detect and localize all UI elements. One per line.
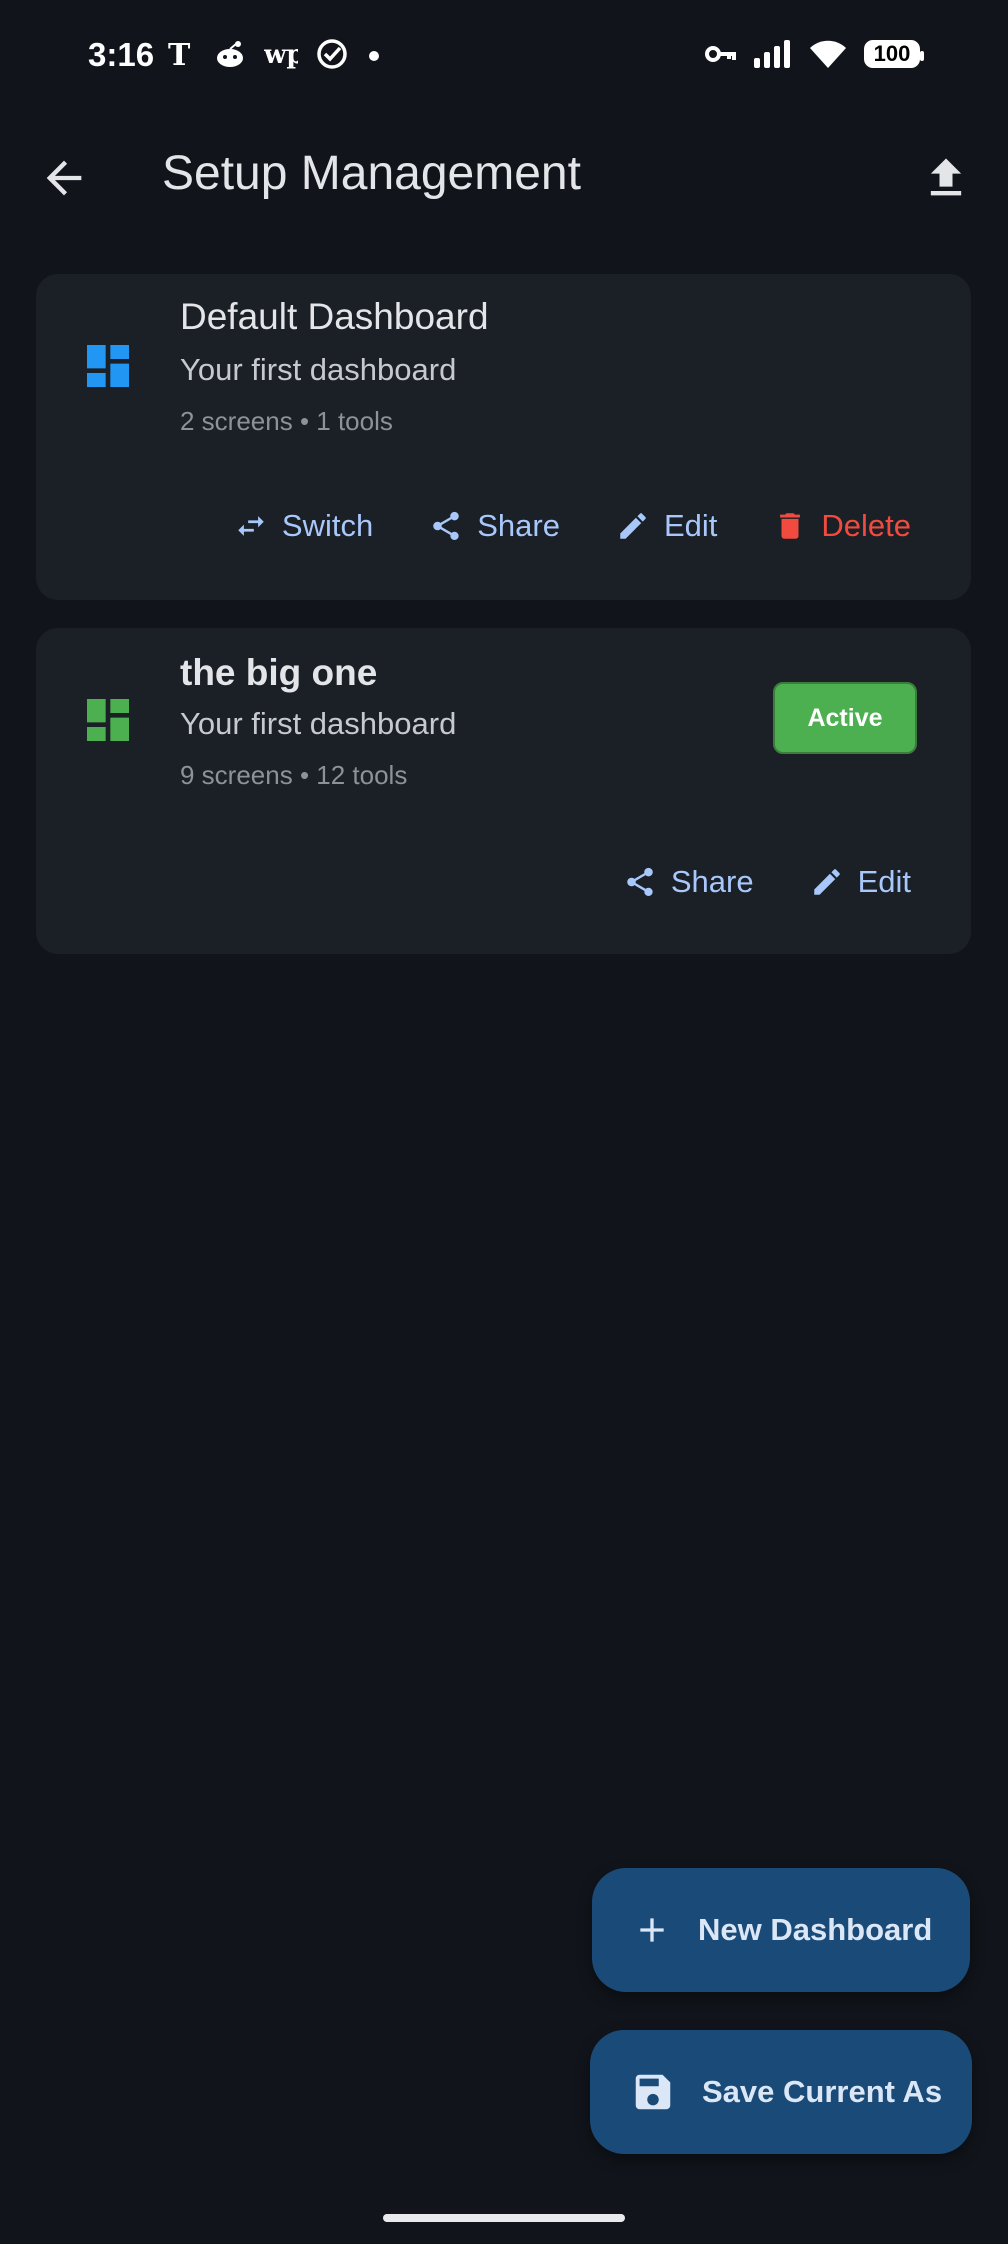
- washington-post-icon: wp: [264, 40, 298, 70]
- back-button[interactable]: [38, 152, 90, 204]
- swap-horiz-icon: [238, 516, 264, 536]
- dashboard-card-active[interactable]: the big one Your first dashboard 9 scree…: [36, 628, 971, 954]
- edit-button[interactable]: Edit: [606, 502, 727, 550]
- dashboard-card[interactable]: Default Dashboard Your first dashboard 2…: [36, 274, 971, 600]
- save-current-as-button[interactable]: Save Current As: [590, 2030, 972, 2154]
- battery-indicator: 100: [864, 40, 924, 68]
- edit-button[interactable]: Edit: [800, 858, 921, 906]
- new-dashboard-button[interactable]: New Dashboard: [592, 1868, 970, 1992]
- delete-button[interactable]: Delete: [763, 502, 921, 550]
- system-icons: 100: [704, 38, 924, 70]
- share-button[interactable]: Share: [613, 858, 764, 906]
- dashboard-icon: [87, 699, 129, 741]
- key-icon: [705, 46, 736, 62]
- edit-icon: [620, 513, 646, 539]
- switch-label: Switch: [281, 508, 374, 543]
- app-bar: Setup Management: [0, 112, 1008, 240]
- card-actions: Share Edit: [577, 858, 921, 906]
- share-button[interactable]: Share: [419, 502, 570, 550]
- dashboard-description: Your first dashboard: [180, 706, 457, 741]
- share-label: Share: [477, 508, 560, 543]
- dashboard-meta: 9 screens • 12 tools: [180, 760, 408, 790]
- trash-icon: [780, 513, 801, 539]
- edit-icon: [813, 869, 840, 895]
- reddit-icon: [217, 41, 243, 67]
- status-bar: 3:16 T wp 100: [0, 0, 1008, 112]
- switch-button[interactable]: Switch: [224, 502, 383, 550]
- svg-text:T: T: [168, 38, 191, 70]
- delete-label: Delete: [821, 508, 911, 543]
- card-actions: Switch Share Edit Delete: [188, 502, 921, 550]
- arrow-back-icon: [46, 160, 82, 196]
- dashboard-meta: 2 screens • 1 tools: [180, 406, 393, 436]
- notification-icons: T wp: [166, 38, 382, 70]
- dashboard-name: Default Dashboard: [180, 296, 489, 337]
- save-icon: [635, 2074, 671, 2110]
- save-current-as-label: Save Current As: [702, 2074, 943, 2109]
- edit-label: Edit: [857, 864, 911, 899]
- edit-label: Edit: [663, 508, 718, 543]
- plus-icon: [640, 1918, 664, 1942]
- nyt-icon: T: [168, 38, 191, 70]
- dashboard-name: the big one: [180, 652, 378, 693]
- active-badge: Active: [773, 682, 917, 754]
- wifi-icon: [810, 40, 846, 68]
- dashboard-description: Your first dashboard: [180, 352, 457, 387]
- new-dashboard-label: New Dashboard: [698, 1912, 933, 1947]
- home-indicator[interactable]: [383, 2214, 625, 2222]
- dot-icon: [369, 51, 379, 61]
- upload-icon: [930, 158, 962, 196]
- svg-text:wp: wp: [264, 40, 298, 70]
- share-icon: [433, 511, 459, 541]
- signal-icon: [754, 40, 790, 68]
- import-button[interactable]: [920, 152, 972, 204]
- share-label: Share: [670, 864, 754, 899]
- page-title: Setup Management: [162, 147, 581, 200]
- share-icon: [627, 867, 653, 897]
- status-time: 3:16: [88, 36, 155, 73]
- dashboard-icon: [87, 345, 129, 387]
- check-circle-icon: [317, 39, 347, 69]
